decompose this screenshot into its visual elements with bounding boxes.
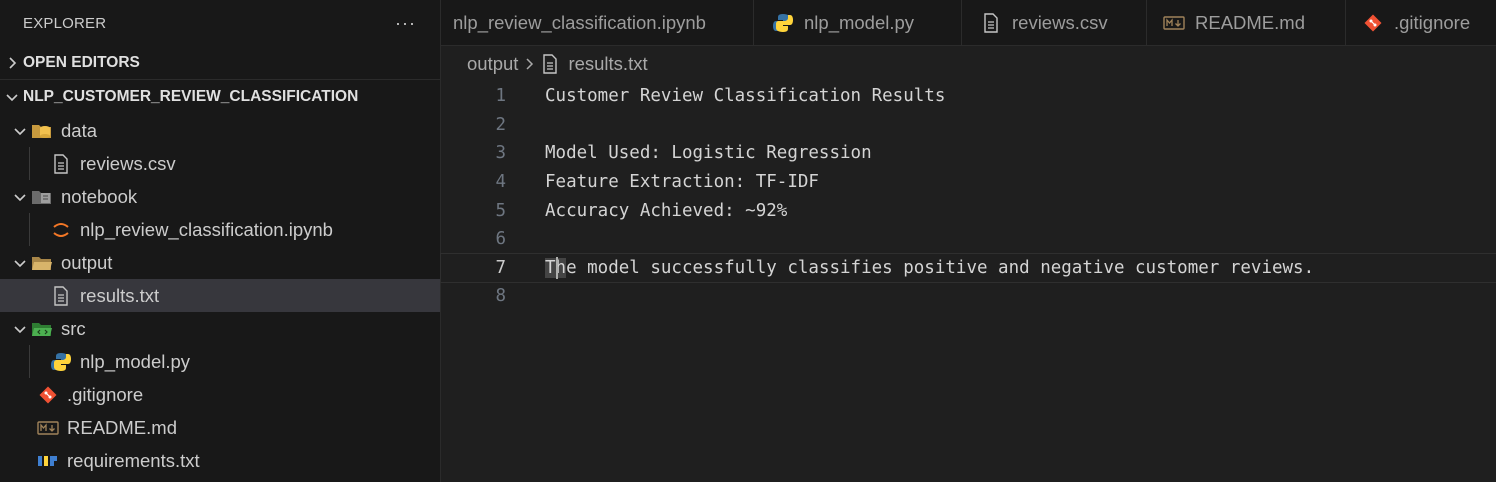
editor-line[interactable]: 6 [441, 225, 1496, 254]
git-icon [1362, 13, 1384, 33]
breadcrumb-folder[interactable]: output [467, 53, 518, 75]
line-number: 5 [495, 200, 506, 221]
tree-file-readme[interactable]: README.md [0, 411, 440, 444]
text-file-icon [50, 153, 72, 174]
line-number: 4 [495, 172, 506, 193]
git-icon [37, 385, 59, 405]
project-label: NLP_CUSTOMER_REVIEW_CLASSIFICATION [23, 88, 359, 105]
tree-item-label: reviews.csv [80, 152, 176, 174]
tree-folder-src[interactable]: src [0, 312, 440, 345]
tree-file-reviews-csv[interactable]: reviews.csv [0, 147, 440, 180]
line-text-rest: e model successfully classifies positive… [566, 257, 1315, 278]
folder-output-icon [31, 253, 53, 273]
line-number: 6 [495, 229, 506, 250]
editor-line[interactable]: 1 Customer Review Classification Results [441, 82, 1496, 111]
project-section[interactable]: NLP_CUSTOMER_REVIEW_CLASSIFICATION [0, 80, 440, 114]
tab-nlp-review-classification-ipynb[interactable]: nlp_review_classification.ipynb [441, 0, 754, 46]
tree-item-label: .gitignore [67, 383, 144, 405]
tab-label: .gitignore [1394, 12, 1471, 33]
tree-file-nlp-model-py[interactable]: nlp_model.py [0, 345, 440, 378]
tab-label: nlp_model.py [804, 12, 915, 33]
tab-reviews-csv[interactable]: reviews.csv [962, 0, 1147, 46]
tree-file-results-txt[interactable]: results.txt [0, 279, 440, 312]
file-tree: data reviews.csv notebook nlp_review_cla… [0, 114, 440, 477]
editor-line[interactable]: 3 Model Used: Logistic Regression [441, 139, 1496, 168]
editor-line[interactable]: 2 [441, 111, 1496, 140]
line-text: Model Used: Logistic Regression [545, 143, 872, 164]
chevron-down-icon [12, 189, 28, 205]
code-editor[interactable]: 1 Customer Review Classification Results… [440, 82, 1496, 482]
tree-item-label: notebook [61, 185, 138, 207]
line-text: Feature Extraction: TF-IDF [545, 172, 819, 193]
line-number: 2 [495, 114, 506, 135]
open-editors-section[interactable]: OPEN EDITORS [0, 46, 440, 80]
text-file-icon [50, 285, 72, 306]
editor-line-current[interactable]: 7 The model successfully classifies posi… [440, 252, 1496, 284]
line-text: The model successfully classifies positi… [545, 257, 1315, 278]
tab-label: README.md [1195, 12, 1305, 33]
jupyter-icon [50, 220, 72, 240]
tree-item-label: results.txt [80, 284, 160, 306]
line-number: 3 [495, 143, 506, 164]
tree-item-label: nlp_model.py [80, 350, 191, 372]
tree-item-label: output [61, 251, 113, 273]
tree-item-label: src [61, 317, 86, 339]
text-caret [556, 256, 558, 279]
markdown-icon [37, 418, 59, 438]
line-number: 8 [495, 286, 506, 307]
explorer-sidebar: EXPLORER ··· OPEN EDITORS NLP_CUSTOMER_R… [0, 0, 441, 482]
tree-item-label: data [61, 119, 98, 141]
line-text: Accuracy Achieved: ~92% [545, 200, 788, 221]
text-file-icon [542, 54, 558, 74]
folder-src-icon [31, 319, 53, 339]
tab-gitignore[interactable]: .gitignore [1346, 0, 1496, 46]
editor-line[interactable]: 8 [441, 282, 1496, 311]
pip-requirements-icon [37, 451, 59, 471]
tab-readme[interactable]: README.md [1147, 0, 1346, 46]
folder-notebook-icon [31, 187, 53, 207]
markdown-icon [1163, 13, 1185, 33]
open-editors-label: OPEN EDITORS [23, 53, 140, 71]
tree-file-ipynb[interactable]: nlp_review_classification.ipynb [0, 213, 440, 246]
python-icon [50, 352, 72, 372]
tree-item-label: requirements.txt [67, 449, 200, 471]
tree-file-gitignore[interactable]: .gitignore [0, 378, 440, 411]
tab-nlp-model-py[interactable]: nlp_model.py [754, 0, 962, 46]
tree-file-requirements[interactable]: requirements.txt [0, 444, 440, 477]
line-number: 1 [495, 86, 506, 107]
line-text: Customer Review Classification Results [545, 86, 946, 107]
tab-label: nlp_review_classification.ipynb [453, 12, 706, 33]
tree-folder-data[interactable]: data [0, 114, 440, 147]
chevron-right-icon [524, 56, 536, 72]
tab-label: reviews.csv [1012, 12, 1108, 33]
python-icon [772, 13, 794, 33]
chevron-right-icon [4, 55, 20, 71]
tree-folder-notebook[interactable]: notebook [0, 180, 440, 213]
more-actions-button[interactable]: ··· [395, 13, 416, 34]
editor-line[interactable]: 4 Feature Extraction: TF-IDF [441, 168, 1496, 197]
chevron-down-icon [12, 255, 28, 271]
folder-data-icon [31, 121, 53, 141]
chevron-down-icon [4, 89, 20, 105]
chevron-down-icon [12, 321, 28, 337]
line-number: 7 [495, 257, 506, 278]
chevron-down-icon [12, 123, 28, 139]
breadcrumb: output results.txt [441, 46, 1496, 82]
explorer-header: EXPLORER ··· [0, 0, 440, 46]
explorer-title: EXPLORER [23, 14, 107, 32]
breadcrumb-file[interactable]: results.txt [568, 53, 647, 75]
editor-tab-bar: nlp_review_classification.ipynb nlp_mode… [441, 0, 1496, 46]
tree-item-label: README.md [67, 416, 177, 438]
editor-line[interactable]: 5 Accuracy Achieved: ~92% [441, 196, 1496, 225]
tree-item-label: nlp_review_classification.ipynb [80, 218, 333, 240]
text-file-icon [980, 13, 1002, 33]
tree-folder-output[interactable]: output [0, 246, 440, 279]
